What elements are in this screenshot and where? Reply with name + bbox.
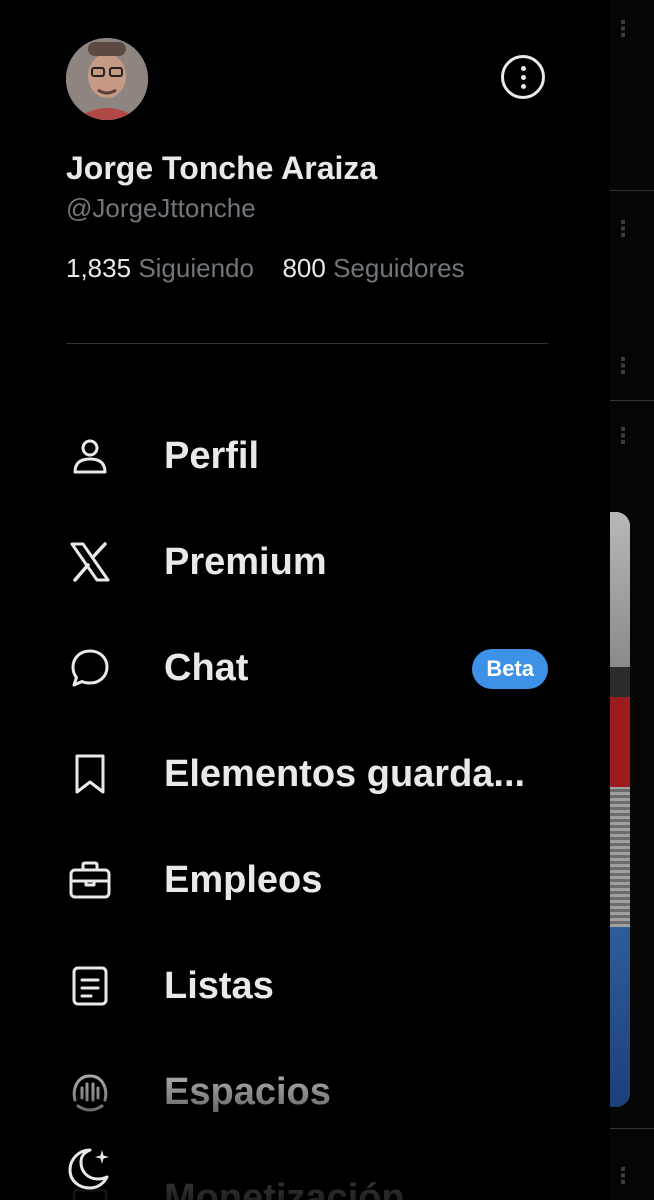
dot-icon [520, 74, 526, 80]
bookmark-icon [66, 750, 114, 798]
followers-link[interactable]: 800 Seguidores [275, 253, 464, 283]
following-count: 1,835 [66, 253, 132, 283]
follow-stats: 1,835 Siguiendo 800 Seguidores [66, 253, 465, 284]
person-icon [66, 432, 114, 480]
menu-item-label: Premium [164, 540, 327, 583]
menu-item-bookmarks[interactable]: Elementos guarda... [66, 744, 548, 804]
menu-item-label: Listas [164, 964, 274, 1007]
x-logo-icon [66, 538, 114, 586]
followers-label: Seguidores [333, 253, 465, 283]
menu-item-perfil[interactable]: Perfil [66, 426, 548, 486]
chat-bubble-icon [66, 644, 114, 692]
menu-item-label: Elementos guarda... [164, 752, 526, 795]
following-link[interactable]: 1,835 Siguiendo [66, 253, 261, 283]
more-options-icon[interactable]: ⋮ [612, 1165, 634, 1187]
menu-item-empleos[interactable]: Empleos [66, 850, 548, 910]
menu-item-label: Espacios [164, 1070, 331, 1113]
followers-count: 800 [282, 253, 326, 283]
app-screen: ⋮ ⋮ ⋮ ⋮ ⋮ Jorge Tonche Araiza @JorgeJtto… [0, 0, 654, 1200]
avatar-image [66, 38, 148, 120]
menu-item-monetizacion[interactable]: Monetización [66, 1168, 548, 1200]
beta-badge: Beta [472, 649, 548, 689]
menu-item-label: Monetización [164, 1176, 405, 1200]
timeline-divider [610, 190, 654, 191]
list-document-icon [66, 962, 114, 1010]
account-options-button[interactable] [501, 55, 545, 99]
profile-name[interactable]: Jorge Tonche Araiza [66, 150, 377, 187]
menu-item-espacios[interactable]: Espacios [66, 1062, 548, 1122]
navigation-drawer: Jorge Tonche Araiza @JorgeJttonche 1,835… [0, 0, 610, 1200]
timeline-media-image[interactable] [610, 512, 630, 1107]
timeline-divider [610, 400, 654, 401]
dot-icon [520, 65, 526, 71]
more-options-icon[interactable]: ⋮ [612, 355, 634, 377]
dot-icon [520, 83, 526, 89]
menu-item-label: Chat [164, 646, 249, 689]
section-divider [66, 343, 548, 344]
spaces-microphone-icon [66, 1068, 114, 1116]
following-label: Siguiendo [138, 253, 254, 283]
theme-toggle-moon-icon[interactable] [66, 1146, 114, 1194]
avatar[interactable] [66, 38, 148, 120]
menu-item-label: Empleos [164, 858, 323, 901]
more-options-icon[interactable]: ⋮ [612, 425, 634, 447]
menu-item-premium[interactable]: Premium [66, 532, 548, 592]
profile-handle: @JorgeJttonche [66, 193, 256, 223]
more-options-icon[interactable]: ⋮ [612, 18, 634, 40]
menu-item-label: Perfil [164, 434, 260, 477]
menu-item-chat[interactable]: Chat Beta [66, 638, 548, 698]
more-options-icon[interactable]: ⋮ [612, 218, 634, 240]
menu-item-listas[interactable]: Listas [66, 956, 548, 1016]
background-timeline: ⋮ ⋮ ⋮ ⋮ ⋮ [610, 0, 654, 1200]
timeline-divider [610, 1128, 654, 1129]
briefcase-icon [66, 856, 114, 904]
